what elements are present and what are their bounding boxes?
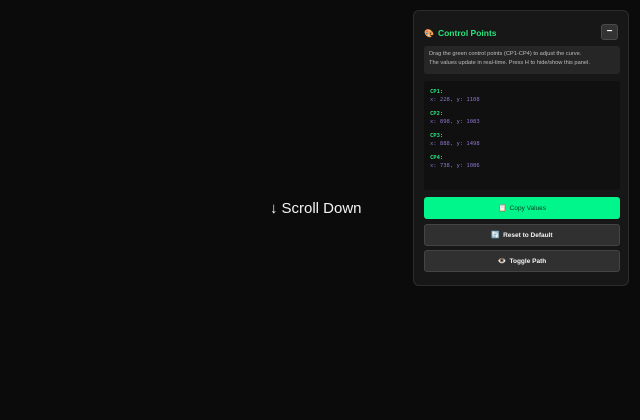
panel-title-text: Control Points [437,28,497,38]
control-point-values: CP1: x: 228, y: 1108 CP2: x: 898, y: 108… [424,81,620,190]
toggle-path-label: Toggle Path [509,257,547,265]
control-point-4: CP4: x: 738, y: 1086 [430,154,614,170]
control-point-label: CP1: [430,89,444,95]
reset-to-default-label: Reset to Default [503,231,553,239]
arrow-down-icon: ↓ [270,200,278,217]
eye-icon: 👁️ [497,258,507,265]
copy-values-label: Copy Values [509,204,547,212]
control-points-panel: 🎨 Control Points − Drag the green contro… [413,10,629,286]
collapse-button[interactable]: − [601,24,618,40]
instructions-box: Drag the green control points (CP1-CP4) … [424,46,620,74]
control-point-value: x: 888, y: 1498 [430,141,480,147]
control-point-label: CP2: [430,111,444,117]
control-point-value: x: 898, y: 1083 [430,119,480,125]
clipboard-icon: 📋 [497,205,507,212]
scroll-down-label: Scroll Down [281,200,362,217]
panel-header: 🎨 Control Points − [424,24,618,42]
instructions-line-1: Drag the green control points (CP1-CP4) … [429,51,582,57]
reset-icon: 🔄 [491,232,501,239]
scroll-down-hint: ↓ Scroll Down [270,200,362,217]
control-point-value: x: 738, y: 1086 [430,163,480,169]
toggle-path-button[interactable]: 👁️ Toggle Path [424,250,620,272]
reset-to-default-button[interactable]: 🔄 Reset to Default [424,224,620,246]
control-point-label: CP3: [430,133,444,139]
control-point-value: x: 228, y: 1108 [430,97,480,103]
control-point-label: CP4: [430,155,444,161]
control-point-3: CP3: x: 888, y: 1498 [430,132,614,148]
palette-icon: 🎨 [424,28,434,38]
copy-values-button[interactable]: 📋 Copy Values [424,197,620,219]
instructions-line-2: The values update in real-time. Press H … [429,60,590,66]
control-point-2: CP2: x: 898, y: 1083 [430,110,614,126]
control-point-1: CP1: x: 228, y: 1108 [430,88,614,104]
panel-title: 🎨 Control Points [424,28,497,38]
